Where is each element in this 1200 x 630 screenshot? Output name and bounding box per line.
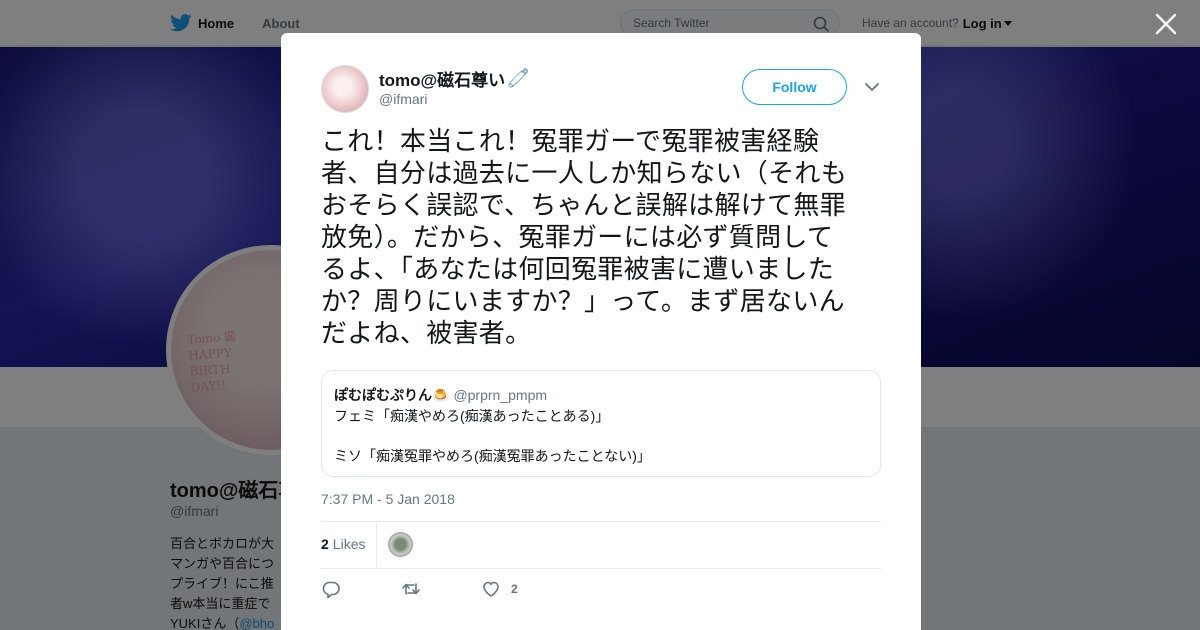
tweet-actions: 2 — [321, 579, 518, 599]
follow-button[interactable]: Follow — [742, 69, 847, 105]
like-button[interactable]: 2 — [481, 579, 518, 599]
like-count: 2 — [511, 582, 518, 596]
divider — [321, 521, 881, 522]
close-icon[interactable] — [1154, 12, 1178, 36]
retweet-button[interactable] — [401, 579, 421, 599]
divider — [376, 522, 377, 568]
quoted-text-line: ミソ「痴漢冤罪やめろ(痴漢冤罪あったことない)」 — [334, 448, 651, 464]
heart-icon — [483, 581, 499, 597]
reply-button[interactable] — [321, 579, 341, 599]
author-name-text[interactable]: tomo@磁石尊い — [379, 66, 505, 91]
retweet-icon — [402, 583, 420, 595]
quoted-author-handle: @prprn_pmpm — [453, 387, 548, 403]
tweet-text: これ！本当これ！冤罪ガーで冤罪被害経験 者、自分は過去に一人しか知らない（それも… — [321, 127, 848, 349]
likes-count: 2 — [321, 536, 329, 552]
quoted-text-line: フェミ「痴漢やめろ(痴漢あったことある)」 — [334, 408, 610, 424]
quoted-tweet[interactable]: ぽむぽむぷりん🍮 @prprn_pmpm フェミ「痴漢やめろ(痴漢あったことある… — [321, 370, 881, 477]
tweet-author-name[interactable]: tomo@磁石尊い 🧷 — [379, 66, 530, 91]
divider — [321, 568, 881, 569]
quoted-author-name: ぽむぽむぷりん🍮 — [334, 387, 450, 403]
likes-label: Likes — [332, 536, 366, 552]
quoted-tweet-header: ぽむぽむぷりん🍮 @prprn_pmpm — [334, 385, 547, 405]
tweet-timestamp[interactable]: 7:37 PM - 5 Jan 2018 — [321, 491, 455, 507]
tweet-modal: tomo@磁石尊い 🧷 @ifmari Follow これ！本当これ！冤罪ガーで… — [281, 33, 921, 630]
likes-stat[interactable]: 2 Likes — [321, 536, 365, 552]
safety-pin-emoji: 🧷 — [507, 68, 530, 88]
liker-avatar[interactable] — [388, 532, 413, 557]
reply-icon — [322, 581, 340, 599]
chevron-down-icon[interactable] — [864, 81, 880, 93]
tweet-author-avatar[interactable] — [321, 65, 369, 113]
tweet-author-handle[interactable]: @ifmari — [379, 91, 427, 107]
